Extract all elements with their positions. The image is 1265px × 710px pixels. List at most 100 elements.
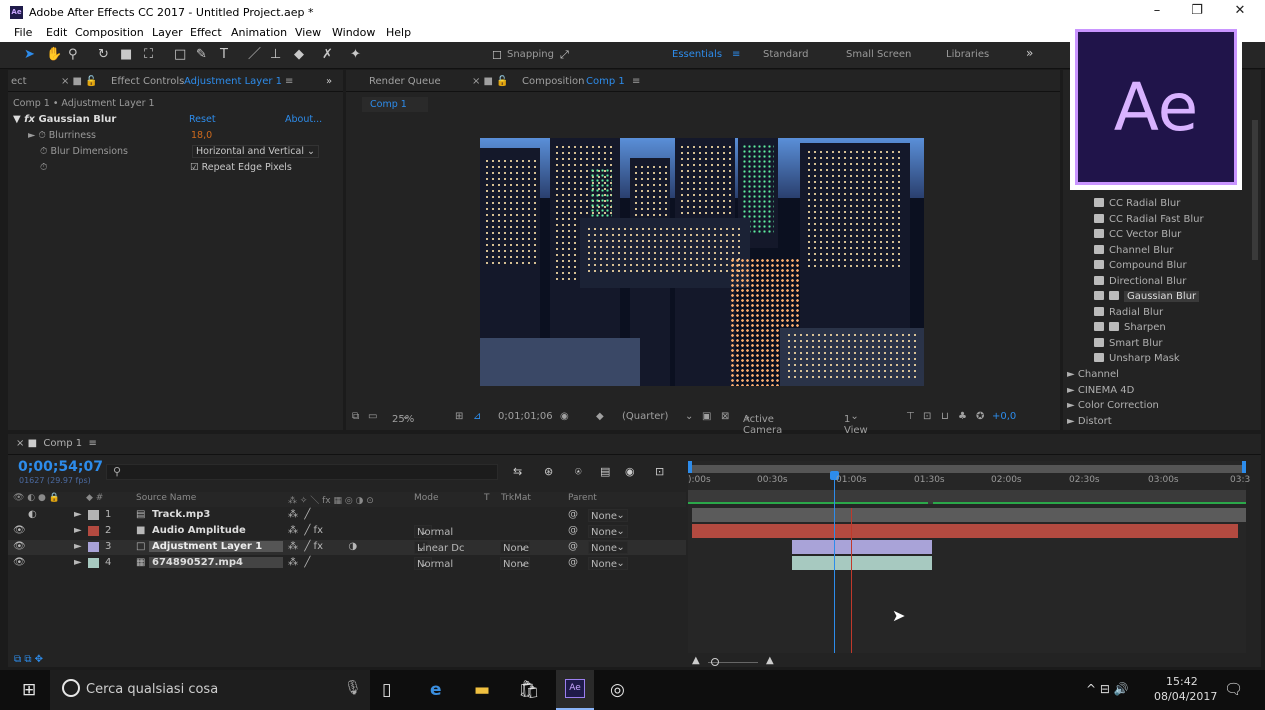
effect-item[interactable]: Sharpen <box>1094 322 1166 333</box>
layer-row[interactable]: ◐ ► 1 ▤ Track.mp3 ⁂ ╱ @ None ⌄ <box>8 508 686 523</box>
pen-tool-icon[interactable]: ✎ <box>196 47 207 63</box>
tab-render-queue[interactable]: Render Queue <box>369 76 441 87</box>
selection-tool-icon[interactable]: ➤ <box>24 47 35 63</box>
tab-effect-controls[interactable]: Effect Controls <box>111 76 184 87</box>
media-app-icon[interactable]: ◎ <box>610 680 625 700</box>
close-tab-icon[interactable]: × ■ 🔓 <box>472 76 509 87</box>
expand-icon[interactable]: ► <box>74 541 82 552</box>
task-view-icon[interactable]: ▯ <box>382 680 391 700</box>
eraser-tool-icon[interactable]: ◆ <box>294 47 304 63</box>
shy-switch-icon[interactable]: ⁂ ╱ fx <box>288 525 323 536</box>
timeline-icon[interactable]: ⊔ <box>941 411 949 422</box>
visibility-eye-icon[interactable]: 👁 <box>13 541 26 552</box>
mode-dropdown[interactable]: Linear Dc ⌄ <box>414 541 464 554</box>
clock-time[interactable]: 15:42 <box>1166 675 1198 688</box>
exposure-value[interactable]: +0,0 <box>992 411 1016 422</box>
stopwatch-icon[interactable]: ⏱ <box>38 130 45 141</box>
label-color-swatch[interactable] <box>88 510 99 520</box>
snap-option-icon[interactable]: ⤢ <box>560 47 569 63</box>
system-tray-icons[interactable]: ^ ⊟ 🔊 <box>1086 682 1129 696</box>
frame-blending-icon[interactable]: ▤ <box>600 465 610 478</box>
file-explorer-icon[interactable]: ▬ <box>474 680 490 700</box>
resolution-dropdown[interactable]: (Quarter) <box>622 411 668 422</box>
ae-taskbar-button[interactable]: Ae <box>556 670 594 710</box>
menu-layer[interactable]: Layer <box>152 26 183 39</box>
expand-icon[interactable]: ► <box>74 525 82 536</box>
workspace-menu-icon[interactable]: ≡ <box>732 49 740 60</box>
column-parent[interactable]: Parent <box>568 493 597 503</box>
channel-icon[interactable]: ◆ <box>596 411 604 422</box>
snapshot-icon[interactable]: ◉ <box>560 411 569 422</box>
menu-window[interactable]: Window <box>332 26 375 39</box>
tab-effect-controls-layer[interactable]: Adjustment Layer 1 <box>184 76 282 87</box>
fast-preview-icon[interactable]: ⊡ <box>923 411 931 422</box>
composition-mini-flowchart-icon[interactable]: ⇆ <box>513 465 522 478</box>
column-trkmat[interactable]: TrkMat <box>501 493 531 503</box>
timeline-current-time[interactable]: 0;00;54;07 <box>18 459 103 475</box>
store-icon[interactable]: 🛍 <box>518 680 540 700</box>
resolution-chevron-icon[interactable]: ⌄ <box>685 411 693 422</box>
reset-button[interactable]: Reset <box>189 114 216 125</box>
composition-viewer[interactable] <box>480 138 924 386</box>
effect-category[interactable]: ► Channel <box>1067 369 1119 380</box>
rotate-tool-icon[interactable]: ↻ <box>98 47 109 63</box>
graph-editor-icon[interactable]: ⊡ <box>655 465 664 478</box>
menu-view[interactable]: View <box>295 26 321 39</box>
taskbar-search-box[interactable]: Cerca qualsiasi cosa 🎙 <box>50 670 370 710</box>
effect-header[interactable]: ▼ fx Gaussian Blur <box>13 114 116 125</box>
maximize-button[interactable]: ❐ <box>1179 3 1215 18</box>
current-time-indicator[interactable] <box>834 473 835 653</box>
blurriness-value[interactable]: 18,0 <box>191 130 212 141</box>
windows-start-icon[interactable]: ⊞ <box>22 680 36 700</box>
zoom-in-icon[interactable]: ▲ <box>766 655 774 666</box>
exposure-icon[interactable]: ✪ <box>976 411 984 422</box>
scrollbar[interactable] <box>1252 120 1258 260</box>
display-icon[interactable]: ▭ <box>368 411 377 422</box>
timeline-tab[interactable]: × ■ Comp 1 ≡ <box>16 438 97 449</box>
panel-menu-icon[interactable]: ≡ <box>632 76 640 87</box>
visibility-eye-icon[interactable]: 👁 <box>13 525 26 536</box>
visibility-eye-icon[interactable]: 👁 <box>13 557 26 568</box>
trkmat-dropdown[interactable]: None ⌄ <box>500 557 531 570</box>
type-tool-icon[interactable]: T <box>220 47 228 63</box>
layer-name[interactable]: Audio Amplitude <box>152 525 246 536</box>
effect-category[interactable]: ► Color Correction <box>1067 400 1159 411</box>
effect-item[interactable]: Compound Blur <box>1094 260 1187 271</box>
menu-help[interactable]: Help <box>386 26 411 39</box>
layer-row[interactable]: 👁 ► 2 ■ Audio Amplitude ⁂ ╱ fx Normal ⌄ … <box>8 524 686 539</box>
brush-tool-icon[interactable]: ／ <box>248 47 261 63</box>
label-color-swatch[interactable] <box>88 558 99 568</box>
layer-row-selected[interactable]: 👁 ► 3 □ Adjustment Layer 1 ⁂ ╱ fx ◑ Line… <box>8 540 686 555</box>
workspace-standard[interactable]: Standard <box>763 49 809 60</box>
menu-edit[interactable]: Edit <box>46 26 67 39</box>
zoom-slider-handle[interactable] <box>711 658 719 666</box>
mode-dropdown[interactable]: Normal ⌄ <box>414 525 453 538</box>
workspace-small-screen[interactable]: Small Screen <box>846 49 911 60</box>
view-layout-dropdown[interactable]: 1 View ⌄ <box>844 411 868 436</box>
blur-dimensions-dropdown[interactable]: Horizontal and Vertical ⌄ <box>192 145 319 158</box>
magnification-dropdown[interactable]: 25% ⌄ <box>392 411 414 425</box>
shy-switch-icon[interactable]: ⁂ ╱ fx ◑ <box>288 541 357 552</box>
safe-margins-icon[interactable]: ⊞ <box>455 411 463 422</box>
layer-search-input[interactable]: ⚲ <box>106 464 498 480</box>
shy-icon[interactable]: ⍟ <box>575 465 582 479</box>
layer-row[interactable]: 👁 ► 4 ▦ 674890527.mp4 ⁂ ╱ Normal ⌄ None … <box>8 556 686 571</box>
transparency-grid-icon[interactable]: ⊠ <box>721 411 729 422</box>
column-mode[interactable]: Mode <box>414 493 439 503</box>
work-area-end-handle[interactable] <box>1242 461 1246 473</box>
clock-date[interactable]: 08/04/2017 <box>1154 690 1217 703</box>
workspace-essentials[interactable]: Essentials <box>672 49 722 60</box>
zoom-tool-icon[interactable]: ⚲ <box>68 47 78 63</box>
tab-composition-name[interactable]: Comp 1 <box>586 76 625 87</box>
camera-dropdown[interactable]: Active Camera ⌄ <box>743 411 782 436</box>
expand-icon[interactable]: ► <box>74 509 82 520</box>
effect-item-selected[interactable]: Gaussian Blur <box>1094 291 1200 302</box>
edge-browser-icon[interactable]: e <box>430 680 442 700</box>
effect-item[interactable]: Directional Blur <box>1094 276 1186 287</box>
timeline-footer-icons[interactable]: ⧉ ⧉ ✥ <box>14 654 43 665</box>
draft-3d-icon[interactable]: ⊛ <box>544 465 553 478</box>
label-color-swatch[interactable] <box>88 542 99 552</box>
stopwatch-icon[interactable]: ⏱ <box>40 162 47 173</box>
rectangle-tool-icon[interactable]: □ <box>174 47 186 63</box>
parent-dropdown[interactable]: None ⌄ <box>588 525 628 538</box>
